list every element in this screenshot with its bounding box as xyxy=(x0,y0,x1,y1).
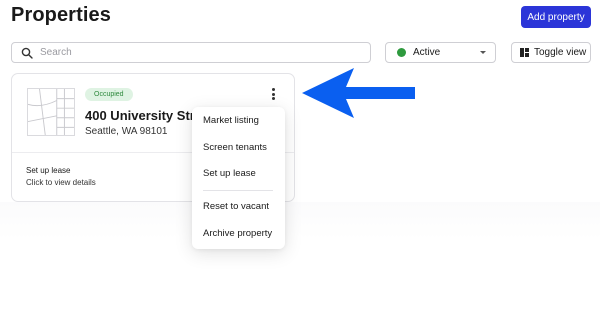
toggle-view-button[interactable]: Toggle view xyxy=(511,42,591,63)
content-background xyxy=(0,202,600,240)
page-title: Properties xyxy=(11,4,111,26)
search-bar[interactable] xyxy=(11,42,371,63)
status-filter-select[interactable]: Active xyxy=(385,42,496,63)
add-property-button[interactable]: Add property xyxy=(521,6,591,28)
task-subtitle: Click to view details xyxy=(26,178,96,187)
menu-item-set-up-lease[interactable]: Set up lease xyxy=(203,168,256,179)
menu-item-reset-to-vacant[interactable]: Reset to vacant xyxy=(203,201,269,212)
menu-item-screen-tenants[interactable]: Screen tenants xyxy=(203,142,267,153)
chevron-down-icon xyxy=(480,51,486,54)
property-city: Seattle, WA 98101 xyxy=(85,126,168,137)
task-title[interactable]: Set up lease xyxy=(26,166,70,175)
status-badge: Occupied xyxy=(85,88,133,101)
property-address: 400 University Street xyxy=(85,108,196,123)
menu-item-market-listing[interactable]: Market listing xyxy=(203,115,259,126)
grid-view-icon xyxy=(520,48,529,57)
status-dot xyxy=(397,48,406,57)
arrow-left-icon xyxy=(302,68,415,118)
menu-item-archive-property[interactable]: Archive property xyxy=(203,228,272,239)
menu-divider xyxy=(203,190,273,191)
search-input[interactable] xyxy=(40,47,360,58)
property-context-menu: Market listing Screen tenants Set up lea… xyxy=(192,107,285,249)
status-filter-label: Active xyxy=(413,47,441,58)
toggle-view-label: Toggle view xyxy=(534,47,587,58)
map-icon xyxy=(27,88,75,136)
more-vertical-icon[interactable] xyxy=(268,87,278,101)
search-icon xyxy=(21,47,33,59)
